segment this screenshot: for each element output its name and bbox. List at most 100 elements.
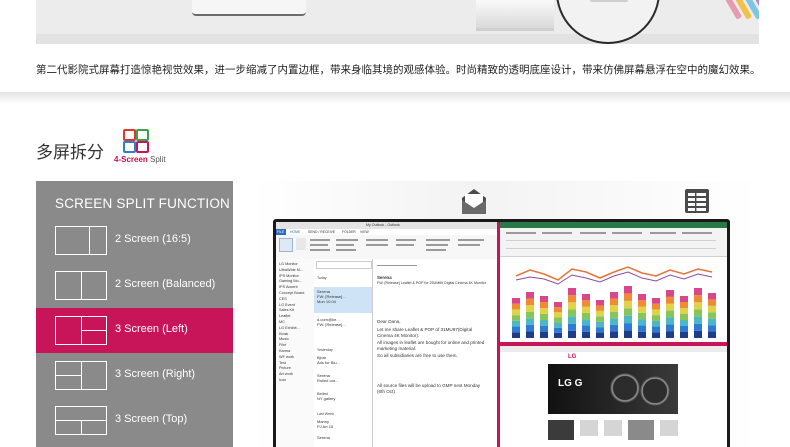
bar-segment	[582, 300, 590, 307]
layout-2-screen-balanced-icon	[55, 271, 107, 300]
bar-segment	[596, 321, 604, 328]
bar-segment	[526, 318, 534, 325]
spreadsheet-window	[500, 222, 727, 342]
outlook-titlebar: My Outlook - Outlook	[276, 222, 497, 229]
option-label: 3 Screen (Left)	[115, 323, 188, 335]
bar-segment	[568, 288, 576, 296]
section-title: 多屏拆分	[36, 143, 104, 162]
bar-segment	[610, 324, 618, 332]
desk-surface	[36, 34, 759, 44]
list-item[interactable]: Bjork Ads for Blu...	[317, 355, 340, 365]
option-2-screen-balanced[interactable]: 2 Screen (Balanced)	[36, 263, 233, 308]
option-label: 3 Screen (Top)	[115, 413, 188, 425]
bar-segment	[526, 305, 534, 312]
bar-segment	[708, 331, 716, 338]
bar-segment	[512, 315, 520, 321]
product-thumbnail[interactable]	[580, 420, 598, 436]
bar-segment	[596, 332, 604, 338]
layout-3-screen-top-icon	[55, 406, 107, 435]
bar-segment	[568, 295, 576, 303]
bar-segment	[610, 331, 618, 338]
product-thumbnail[interactable]	[628, 420, 654, 440]
bar-segment	[624, 300, 632, 309]
bar-segment	[512, 320, 520, 327]
bar-segment	[708, 312, 716, 319]
bar-segment	[582, 306, 590, 313]
bar-segment	[540, 326, 548, 332]
product-thumbnail[interactable]	[548, 420, 574, 440]
message-subject: FW: [Release] Leaflet & POP for 25UM65 D…	[377, 281, 486, 285]
list-item[interactable]: Bellmi NY gallery	[317, 391, 335, 401]
list-item[interactable]: d.corn@ke... FW: [Release]...	[317, 317, 346, 327]
bar-segment	[596, 300, 604, 306]
option-label: 2 Screen (16:5)	[115, 233, 191, 245]
quad-bl	[123, 141, 136, 153]
bar-segment	[554, 332, 562, 338]
bar-segment	[680, 326, 688, 332]
bar-segment	[526, 298, 534, 306]
group-header: Yesterday	[317, 348, 333, 352]
list-item[interactable]: Serena	[317, 435, 330, 440]
bar-segment	[680, 314, 688, 320]
folder-item[interactable]: LG Monitor UltraWide M... IPS Monitor Ga…	[279, 262, 304, 384]
bar-segment	[610, 292, 618, 299]
watch-image	[610, 373, 640, 403]
bar-segment	[666, 331, 674, 338]
bar-segment	[666, 317, 674, 325]
section-divider	[0, 92, 790, 104]
option-3-screen-left[interactable]: 3 Screen (Left)	[36, 308, 233, 353]
bar-segment	[596, 327, 604, 333]
bar-segment	[666, 324, 674, 332]
outlook-ribbon	[276, 235, 497, 260]
bar-segment	[596, 316, 604, 322]
bar-segment	[694, 302, 702, 310]
stacked-bar-chart	[512, 266, 716, 338]
bar-segment	[694, 330, 702, 338]
folder-pane: LG Monitor UltraWide M... IPS Monitor Ga…	[276, 259, 315, 447]
layout-3-screen-left-icon	[55, 316, 107, 345]
option-3-screen-right[interactable]: 3 Screen (Right)	[36, 353, 233, 398]
bar-segment	[554, 317, 562, 323]
menu-title: SCREEN SPLIT FUNCTION	[55, 196, 230, 211]
watch-image	[640, 376, 670, 406]
bar-segment	[582, 331, 590, 338]
bar-segment	[638, 312, 646, 320]
bar-segment	[694, 288, 702, 296]
quad-tr	[136, 129, 149, 141]
quad-br	[136, 141, 149, 153]
bar-segment	[652, 303, 660, 310]
option-label: 2 Screen (Balanced)	[115, 278, 216, 290]
bar-segment	[666, 310, 674, 318]
list-item[interactable]: Serena FW: [Release]... Mon 10:04	[317, 289, 346, 304]
reading-pane: Serena FW: [Release] Leaflet & POP for 2…	[373, 259, 497, 447]
product-thumbnail[interactable]	[604, 420, 622, 436]
bar-segment	[624, 323, 632, 331]
option-3-screen-top[interactable]: 3 Screen (Top)	[36, 398, 233, 443]
bar-segment	[582, 319, 590, 326]
layout-2-screen-icon	[55, 226, 107, 255]
bar-segment	[624, 308, 632, 316]
bar-segment	[680, 302, 688, 308]
bar-segment	[526, 311, 534, 319]
bar-segment	[680, 320, 688, 326]
browser-window: LG LG G	[500, 346, 727, 447]
bar-segment	[652, 309, 660, 316]
option-2-screen-16-5[interactable]: 2 Screen (16:5)	[36, 218, 233, 263]
bar-segment	[568, 323, 576, 331]
list-item[interactable]: Serena Rolled out...	[317, 373, 338, 383]
bar-segment	[624, 286, 632, 294]
bar-segment	[526, 331, 534, 338]
layout-3-screen-right-icon	[55, 361, 107, 390]
bar-segment	[666, 296, 674, 304]
list-item[interactable]: Manny PJ Art 15	[317, 419, 333, 429]
bar-segment	[540, 308, 548, 314]
product-thumbnail[interactable]	[660, 420, 678, 436]
bar-segment	[540, 296, 548, 302]
bar-segment	[708, 305, 716, 313]
bar-segment	[694, 316, 702, 324]
bar-segment	[568, 309, 576, 317]
bar-segment	[694, 323, 702, 331]
quad-tl	[123, 129, 136, 141]
browser-toolbar	[500, 346, 727, 352]
bar-segment	[638, 319, 646, 326]
